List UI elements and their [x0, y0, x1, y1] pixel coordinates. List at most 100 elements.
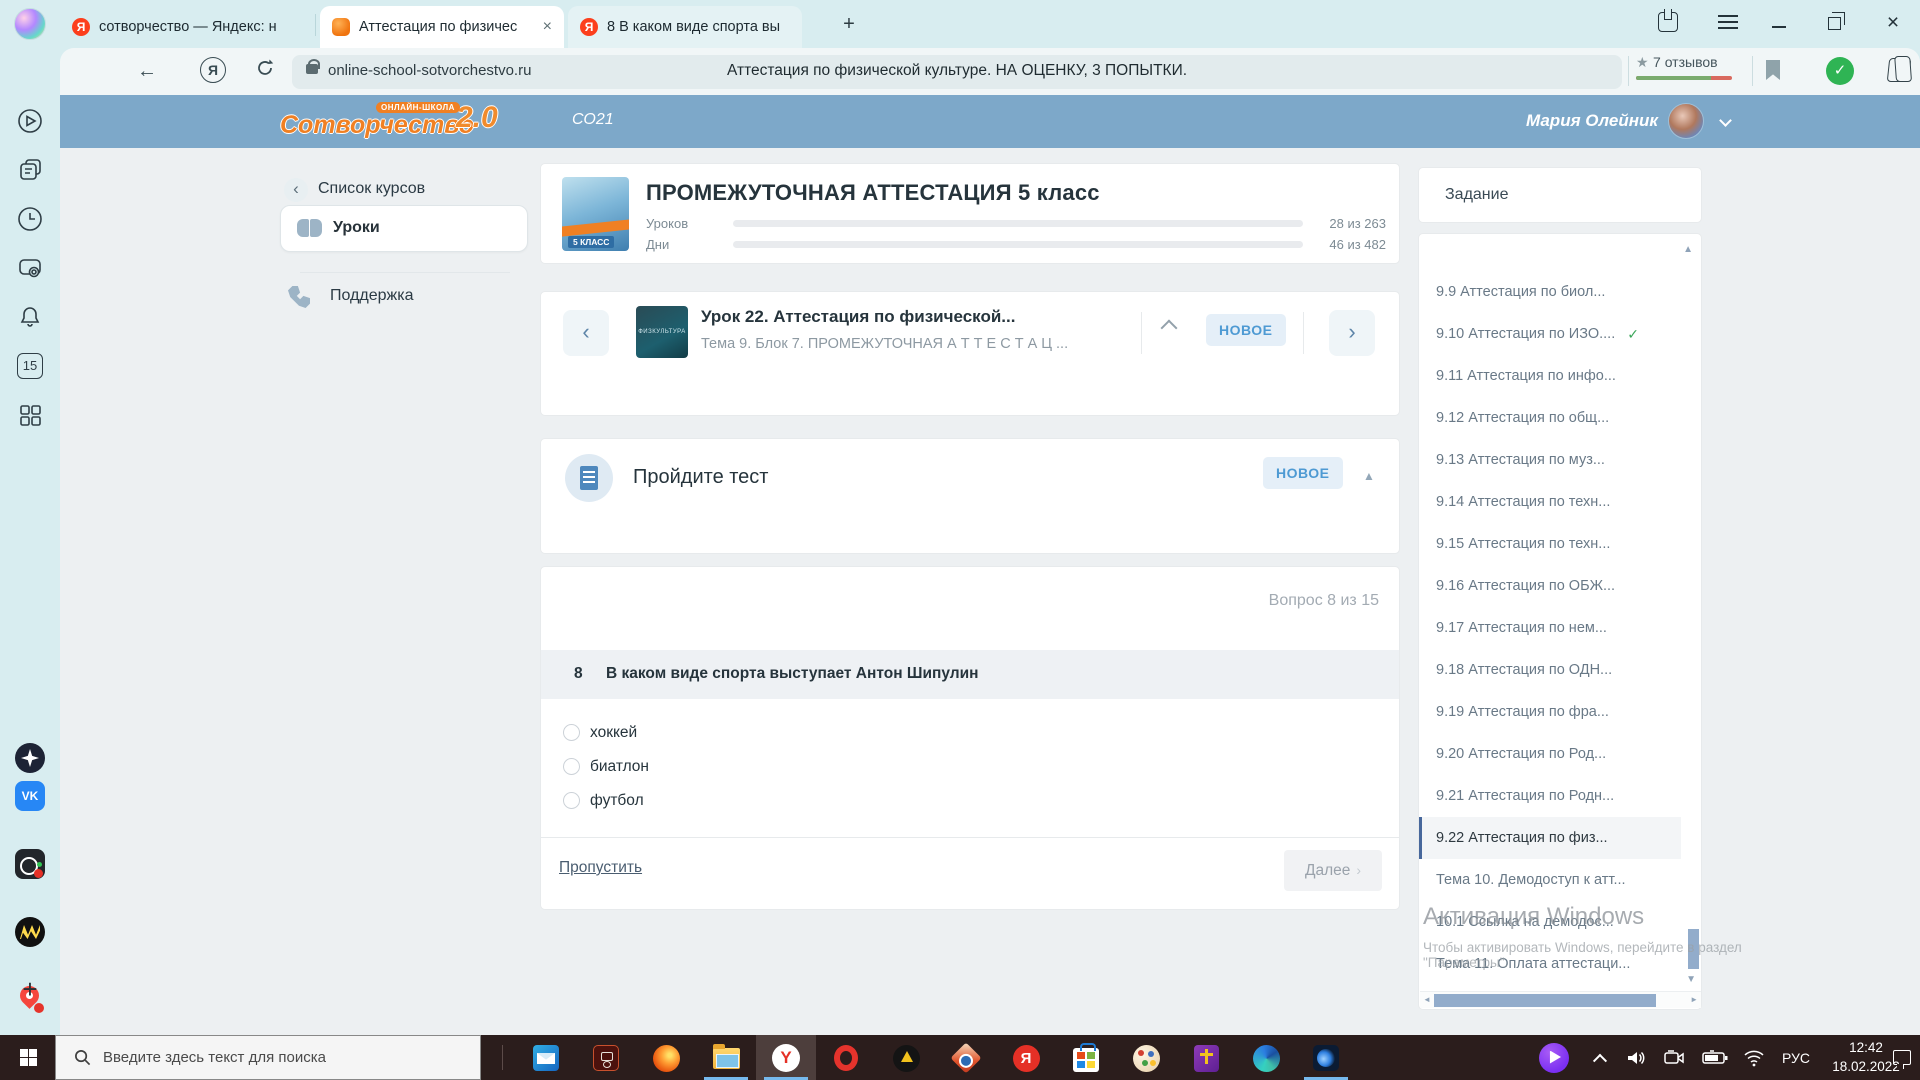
chevron-down-icon[interactable]: [1719, 114, 1732, 127]
radio-icon[interactable]: [563, 792, 580, 809]
course-thumbnail[interactable]: 5 КЛАСС: [562, 177, 629, 251]
skip-button[interactable]: Пропустить: [559, 859, 642, 877]
recorder-icon[interactable]: [15, 849, 45, 879]
task-item[interactable]: 9.15 Аттестация по техн...: [1419, 523, 1681, 565]
taskbar-eye-app-icon[interactable]: [950, 1042, 982, 1074]
minimize-icon[interactable]: [1772, 26, 1786, 28]
screenshot-icon[interactable]: [17, 255, 43, 281]
user-avatar[interactable]: [1668, 103, 1704, 139]
taskbar-movie-app-icon[interactable]: [590, 1042, 622, 1074]
taskbar-opera-icon[interactable]: [830, 1042, 862, 1074]
carousel-prev-button[interactable]: ‹: [563, 310, 609, 356]
taskbar-bible-app-icon[interactable]: [1190, 1042, 1222, 1074]
taskbar-explorer-icon[interactable]: [710, 1042, 742, 1074]
task-item[interactable]: 9.21 Аттестация по Родн...: [1419, 775, 1681, 817]
scroll-up-icon[interactable]: ▲: [1683, 244, 1693, 255]
video-icon[interactable]: [17, 108, 43, 134]
collapse-chevron-icon[interactable]: [1160, 319, 1178, 337]
taskbar-firefox-icon[interactable]: [650, 1042, 682, 1074]
zen-icon[interactable]: [15, 743, 45, 773]
back-icon[interactable]: ←: [134, 58, 160, 84]
services-grid-icon[interactable]: [17, 402, 43, 428]
taskbar-search[interactable]: Введите здесь текст для поиска: [55, 1035, 481, 1080]
collapse-triangle-icon[interactable]: ▲: [1363, 469, 1375, 483]
sidebar-item-support[interactable]: Поддержка: [330, 287, 413, 305]
task-item[interactable]: 9.14 Аттестация по техн...: [1419, 481, 1681, 523]
taskbar-yandex-icon[interactable]: Я: [1010, 1042, 1042, 1074]
lesson-title[interactable]: Урок 22. Аттестация по физической...: [701, 307, 1015, 327]
taskbar-mail-icon[interactable]: [530, 1042, 562, 1074]
tab-yandex-search[interactable]: Я сотворчество — Яндекс: н: [60, 6, 318, 48]
task-item[interactable]: 9.9 Аттестация по биол...: [1419, 271, 1681, 313]
task-item[interactable]: 9.18 Аттестация по ОДН...: [1419, 649, 1681, 691]
carousel-next-button[interactable]: ›: [1329, 310, 1375, 356]
taskbar-yandex-browser-icon[interactable]: Y: [770, 1042, 802, 1074]
tray-chevron-up-icon[interactable]: [1588, 1035, 1612, 1080]
task-item[interactable]: Тема 11. Оплата аттестаци...: [1419, 943, 1681, 985]
task-item[interactable]: 9.12 Аттестация по общ...: [1419, 397, 1681, 439]
tab-close-icon[interactable]: ×: [543, 18, 552, 36]
yandex-home-icon[interactable]: Я: [200, 57, 226, 83]
sidebar-item-lessons[interactable]: Уроки: [280, 205, 528, 252]
school-logo[interactable]: Сотворчество 2.0 ОНЛАЙН-ШКОЛА: [280, 99, 540, 145]
lesson-thumbnail[interactable]: ФИЗКУЛЬТУРА: [636, 306, 688, 358]
tray-camera-icon[interactable]: [1660, 1035, 1688, 1080]
tray-language[interactable]: РУС: [1776, 1035, 1816, 1080]
calendar-icon[interactable]: 15: [17, 353, 43, 379]
scroll-right-icon[interactable]: ►: [1690, 995, 1698, 1004]
vertical-scrollbar-thumb[interactable]: [1688, 929, 1699, 969]
address-input[interactable]: online-school-sotvorchestvo.ru Аттестаци…: [292, 55, 1622, 89]
music-icon[interactable]: [15, 917, 45, 947]
task-item[interactable]: 10.1 Ссылка на демодос...: [1419, 901, 1681, 943]
horizontal-scrollbar[interactable]: ◄ ►: [1420, 991, 1701, 1008]
history-clock-icon[interactable]: [17, 206, 43, 232]
scroll-down-icon[interactable]: ▼: [1686, 974, 1696, 985]
task-item[interactable]: 9.10 Аттестация по ИЗО.... ✓: [1419, 313, 1681, 355]
protect-status-icon[interactable]: ✓: [1826, 57, 1854, 85]
progress-track: [733, 241, 1303, 248]
tray-alice-icon[interactable]: [1538, 1035, 1570, 1080]
collections-icon[interactable]: [1886, 58, 1912, 82]
taskbar-paint-icon[interactable]: [1130, 1042, 1162, 1074]
next-button[interactable]: Далее ›: [1284, 850, 1382, 891]
start-button[interactable]: [20, 1049, 37, 1066]
tray-action-center-icon[interactable]: [1888, 1035, 1916, 1080]
task-item[interactable]: 9.16 Аттестация по ОБЖ...: [1419, 565, 1681, 607]
vk-icon[interactable]: VK: [15, 781, 45, 811]
courses-list-link[interactable]: Список курсов: [318, 180, 425, 198]
refresh-icon[interactable]: [252, 58, 278, 84]
add-panel-icon[interactable]: +: [15, 975, 45, 1005]
notes-icon[interactable]: [17, 158, 43, 184]
task-item[interactable]: 9.19 Аттестация по фра...: [1419, 691, 1681, 733]
radio-icon[interactable]: [563, 724, 580, 741]
back-to-courses-icon[interactable]: ‹: [284, 178, 308, 202]
scroll-left-icon[interactable]: ◄: [1423, 995, 1431, 1004]
task-item-active[interactable]: 9.22 Аттестация по физ...: [1419, 817, 1681, 859]
taskbar-edge-icon[interactable]: [1250, 1042, 1282, 1074]
notifications-bell-icon[interactable]: [17, 304, 43, 330]
tray-battery-icon[interactable]: [1700, 1035, 1730, 1080]
taskbar-photoshop-icon[interactable]: [1310, 1042, 1342, 1074]
task-item[interactable]: Тема 10. Демодоступ к атт...: [1419, 859, 1681, 901]
reviews-widget[interactable]: ★ 7 отзывов: [1636, 54, 1746, 80]
side-panel-icon[interactable]: [1658, 9, 1678, 32]
tab-question[interactable]: Я 8 В каком виде спорта вы: [568, 6, 802, 48]
taskbar-store-icon[interactable]: [1070, 1042, 1102, 1074]
task-item[interactable]: 9.13 Аттестация по муз...: [1419, 439, 1681, 481]
browser-profile-avatar[interactable]: [14, 8, 46, 40]
bookmark-icon[interactable]: [1766, 60, 1780, 80]
taskbar-aimp-icon[interactable]: [890, 1042, 922, 1074]
close-window-icon[interactable]: ×: [1882, 12, 1904, 34]
tab-attestation-active[interactable]: Аттестация по физичес ×: [320, 6, 564, 48]
restore-icon[interactable]: [1828, 12, 1845, 30]
horizontal-scrollbar-thumb[interactable]: [1434, 994, 1656, 1007]
radio-icon[interactable]: [563, 758, 580, 775]
tray-wifi-icon[interactable]: [1740, 1035, 1768, 1080]
task-item[interactable]: 9.11 Аттестация по инфо...: [1419, 355, 1681, 397]
menu-icon[interactable]: [1718, 15, 1738, 29]
task-item[interactable]: 9.17 Аттестация по нем...: [1419, 607, 1681, 649]
user-name[interactable]: Мария Олейник: [1526, 111, 1658, 131]
tray-volume-icon[interactable]: [1622, 1035, 1650, 1080]
task-item[interactable]: 9.20 Аттестация по Род...: [1419, 733, 1681, 775]
new-tab-button[interactable]: +: [838, 14, 860, 36]
